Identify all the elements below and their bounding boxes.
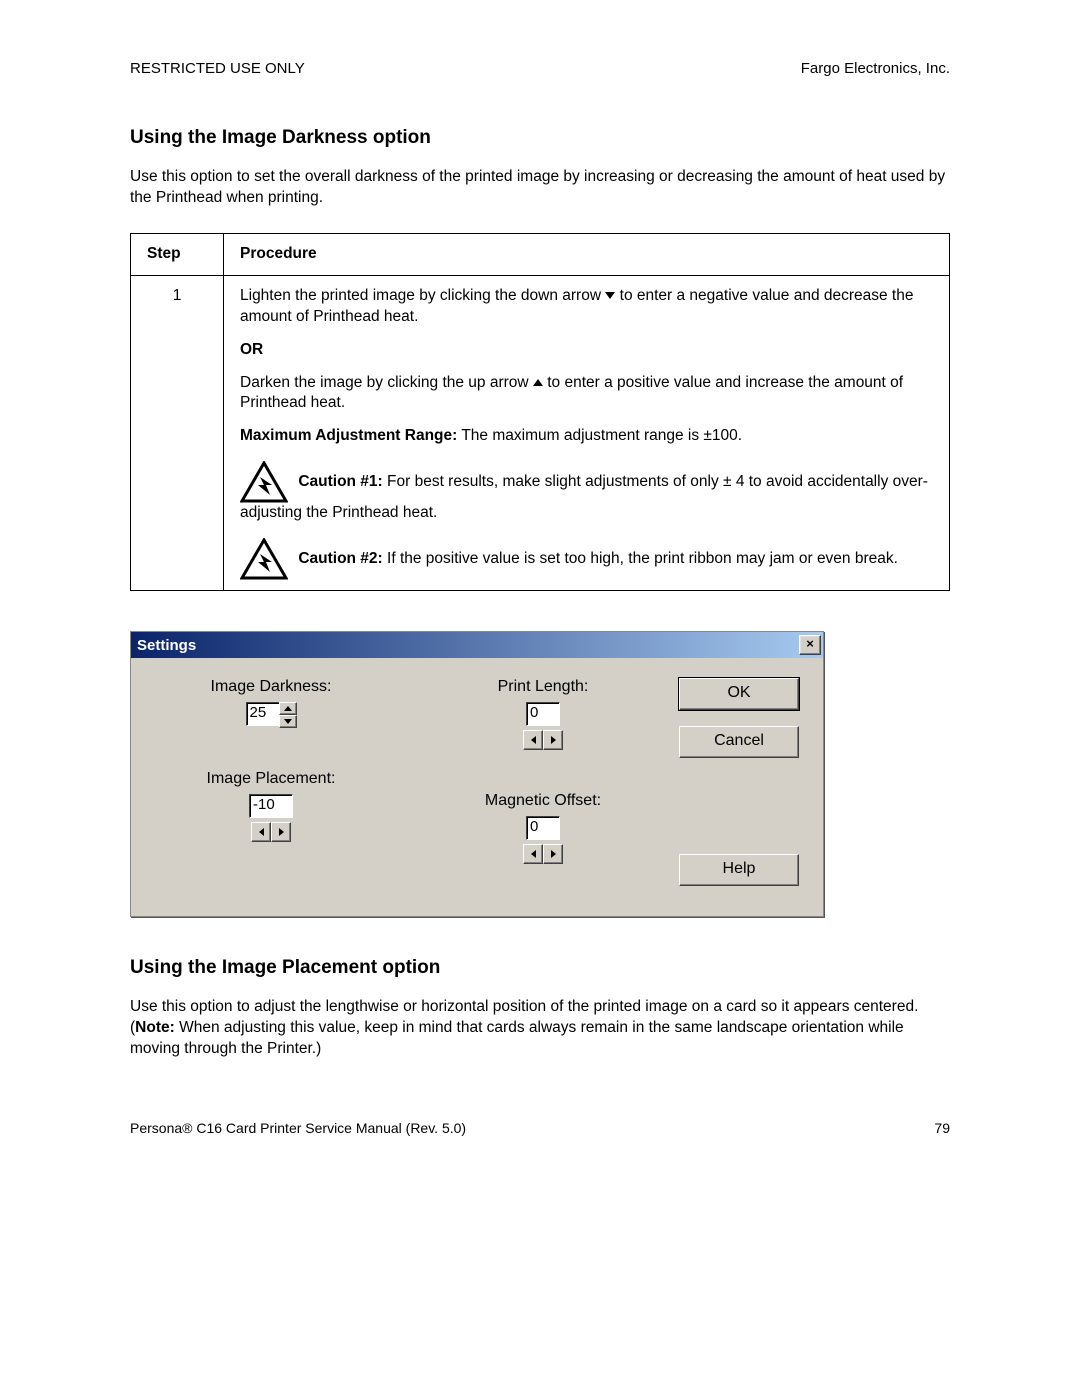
chevron-right-icon bbox=[279, 828, 284, 836]
procedure-table: Step Procedure 1 Lighten the printed ima… bbox=[130, 233, 950, 591]
col-header-step: Step bbox=[131, 233, 224, 275]
image-placement-right-button[interactable] bbox=[271, 822, 291, 842]
image-darkness-down-button[interactable] bbox=[279, 715, 297, 728]
col-header-procedure: Procedure bbox=[224, 233, 950, 275]
magnetic-offset-label: Magnetic Offset: bbox=[485, 792, 601, 810]
setting-magnetic-offset: Magnetic Offset: 0 bbox=[427, 792, 659, 864]
header-left: RESTRICTED USE ONLY bbox=[130, 60, 305, 77]
placement-intro-b: When adjusting this value, keep in mind … bbox=[130, 1019, 904, 1057]
chevron-right-icon bbox=[551, 850, 556, 858]
caution-icon bbox=[240, 461, 288, 503]
chevron-down-icon bbox=[284, 719, 292, 724]
image-placement-label: Image Placement: bbox=[207, 770, 336, 788]
up-arrow-icon bbox=[533, 379, 543, 386]
section-heading-darkness: Using the Image Darkness option bbox=[130, 127, 950, 149]
max-range-label: Maximum Adjustment Range: bbox=[240, 427, 457, 444]
print-length-right-button[interactable] bbox=[543, 730, 563, 750]
image-darkness-up-button[interactable] bbox=[279, 702, 297, 715]
section-intro-placement: Use this option to adjust the lengthwise… bbox=[130, 997, 950, 1060]
page-number: 79 bbox=[934, 1120, 950, 1136]
max-range-text: The maximum adjustment range is ±100. bbox=[457, 427, 742, 444]
header-right: Fargo Electronics, Inc. bbox=[801, 60, 950, 77]
chevron-left-icon bbox=[259, 828, 264, 836]
setting-image-darkness: Image Darkness: 25 bbox=[155, 678, 387, 728]
image-placement-input[interactable]: -10 bbox=[249, 794, 293, 818]
close-icon: × bbox=[806, 636, 814, 651]
darken-text-a: Darken the image by clicking the up arro… bbox=[240, 374, 533, 391]
dialog-title: Settings bbox=[137, 637, 799, 654]
caution2-label: Caution #2: bbox=[298, 550, 382, 567]
caution2-text: If the positive value is set too high, t… bbox=[383, 550, 898, 567]
print-length-left-button[interactable] bbox=[523, 730, 543, 750]
lighten-text-a: Lighten the printed image by clicking th… bbox=[240, 287, 605, 304]
magnetic-offset-input[interactable]: 0 bbox=[526, 816, 560, 840]
caution1-label: Caution #1: bbox=[298, 473, 382, 490]
footer-left: Persona® C16 Card Printer Service Manual… bbox=[130, 1120, 466, 1136]
section-heading-placement: Using the Image Placement option bbox=[130, 957, 950, 979]
setting-print-length: Print Length: 0 bbox=[427, 678, 659, 750]
caution-icon bbox=[240, 538, 288, 580]
or-text: OR bbox=[240, 341, 263, 358]
settings-dialog: Settings × Image Darkness: 25 bbox=[130, 631, 824, 917]
magnetic-offset-right-button[interactable] bbox=[543, 844, 563, 864]
step-number: 1 bbox=[131, 275, 224, 590]
image-darkness-input[interactable]: 25 bbox=[246, 702, 280, 726]
image-darkness-label: Image Darkness: bbox=[211, 678, 332, 696]
print-length-label: Print Length: bbox=[498, 678, 589, 696]
image-placement-left-button[interactable] bbox=[251, 822, 271, 842]
dialog-titlebar: Settings × bbox=[131, 632, 823, 658]
note-label: Note: bbox=[135, 1019, 175, 1036]
ok-button[interactable]: OK bbox=[679, 678, 799, 710]
chevron-left-icon bbox=[531, 736, 536, 744]
help-button[interactable]: Help bbox=[679, 854, 799, 886]
setting-image-placement: Image Placement: -10 bbox=[155, 770, 387, 842]
chevron-right-icon bbox=[551, 736, 556, 744]
chevron-left-icon bbox=[531, 850, 536, 858]
section-intro-darkness: Use this option to set the overall darkn… bbox=[130, 167, 950, 209]
print-length-input[interactable]: 0 bbox=[526, 702, 560, 726]
close-button[interactable]: × bbox=[799, 635, 821, 655]
magnetic-offset-left-button[interactable] bbox=[523, 844, 543, 864]
procedure-cell: Lighten the printed image by clicking th… bbox=[224, 275, 950, 590]
chevron-up-icon bbox=[284, 706, 292, 711]
cancel-button[interactable]: Cancel bbox=[679, 726, 799, 758]
down-arrow-icon bbox=[605, 292, 615, 299]
